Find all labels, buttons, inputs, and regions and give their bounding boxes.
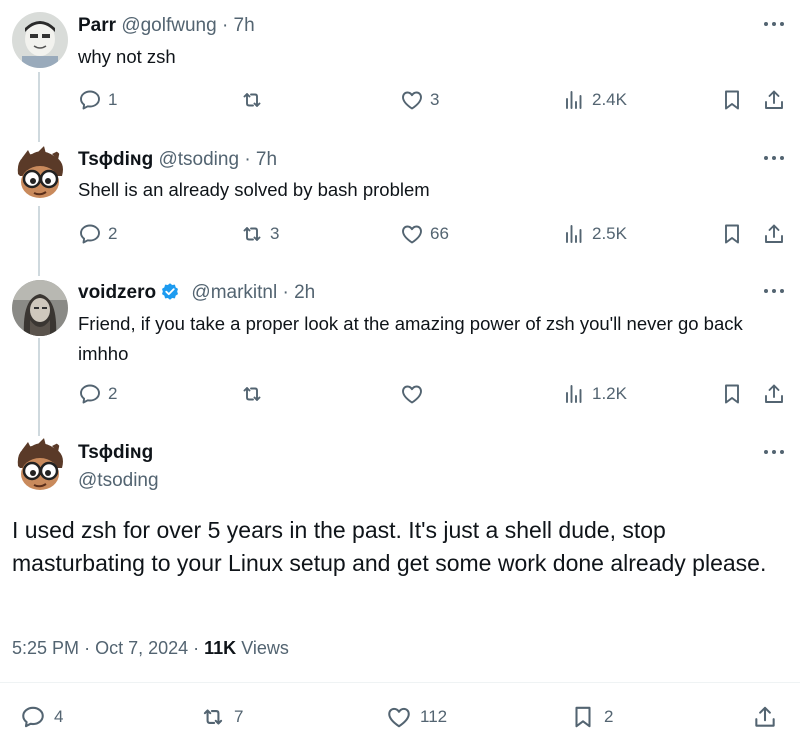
user-handle[interactable]: @tsoding bbox=[158, 149, 239, 170]
repost-icon bbox=[240, 382, 264, 406]
user-handle[interactable]: @golfwung bbox=[121, 15, 216, 36]
bookmark-icon bbox=[720, 88, 744, 112]
reply-button[interactable]: 2 bbox=[78, 382, 117, 406]
like-icon bbox=[400, 382, 424, 406]
like-icon bbox=[386, 704, 412, 730]
bookmark-icon bbox=[570, 704, 596, 730]
reply-button[interactable]: 1 bbox=[78, 88, 117, 112]
post-header: voidzero @markitnl · 2h bbox=[78, 281, 315, 309]
share-icon bbox=[762, 222, 786, 246]
like-button[interactable]: 66 bbox=[400, 222, 449, 246]
repost-button[interactable] bbox=[240, 88, 270, 112]
repost-button[interactable]: 7 bbox=[200, 704, 243, 730]
bookmark-button[interactable] bbox=[720, 88, 744, 112]
repost-icon bbox=[200, 704, 226, 730]
share-button[interactable] bbox=[752, 704, 778, 730]
reply-icon bbox=[78, 382, 102, 406]
post-time[interactable]: · 7h bbox=[222, 15, 255, 36]
views-count: 11K bbox=[204, 638, 237, 658]
repost-button[interactable] bbox=[240, 382, 270, 406]
like-count: 66 bbox=[430, 224, 449, 243]
more-icon[interactable] bbox=[760, 14, 788, 34]
verified-icon bbox=[160, 282, 180, 309]
reply-icon bbox=[20, 704, 46, 730]
avatar[interactable] bbox=[12, 12, 68, 68]
reply-count: 2 bbox=[108, 384, 118, 403]
share-icon bbox=[762, 382, 786, 406]
bookmark-icon bbox=[720, 382, 744, 406]
more-icon[interactable] bbox=[760, 442, 788, 462]
bookmark-icon bbox=[720, 222, 744, 246]
post-text: Friend, if you take a proper look at the… bbox=[78, 313, 743, 364]
reply-count: 4 bbox=[54, 707, 64, 726]
user-handle[interactable]: @markitnl bbox=[191, 282, 277, 303]
avatar[interactable] bbox=[12, 438, 68, 494]
post-header: Parr @golfwung · 7h bbox=[78, 14, 255, 38]
views-count: 2.5K bbox=[592, 224, 627, 243]
reply-count: 1 bbox=[108, 90, 118, 109]
views-icon bbox=[562, 382, 586, 406]
views-count: 2.4K bbox=[592, 90, 627, 109]
more-icon[interactable] bbox=[760, 281, 788, 301]
repost-icon bbox=[240, 222, 264, 246]
share-icon bbox=[752, 704, 778, 730]
post-time[interactable]: · 7h bbox=[244, 149, 277, 170]
views-button[interactable]: 2.4K bbox=[562, 88, 627, 112]
like-count: 112 bbox=[420, 707, 448, 726]
like-button[interactable]: 3 bbox=[400, 88, 439, 112]
views-icon bbox=[562, 222, 586, 246]
user-handle[interactable]: @tsoding bbox=[78, 469, 159, 493]
views-icon bbox=[562, 88, 586, 112]
post-time[interactable]: · 2h bbox=[282, 282, 315, 303]
like-count: 3 bbox=[430, 90, 440, 109]
reply-button[interactable]: 2 bbox=[78, 222, 117, 246]
display-name[interactable]: voidzero bbox=[78, 282, 156, 303]
views-button[interactable]: 1.2K bbox=[562, 382, 627, 406]
post-time[interactable]: 5:25 PM bbox=[12, 638, 79, 658]
more-icon[interactable] bbox=[760, 148, 788, 168]
post-text: Shell is an already solved by bash probl… bbox=[78, 179, 430, 200]
display-name[interactable]: Parr bbox=[78, 15, 116, 36]
repost-button[interactable]: 3 bbox=[240, 222, 279, 246]
share-icon bbox=[762, 88, 786, 112]
share-button[interactable] bbox=[762, 382, 786, 406]
display-name[interactable]: Tsɸdiɴg bbox=[78, 441, 153, 465]
views-button[interactable]: 2.5K bbox=[562, 222, 627, 246]
avatar[interactable] bbox=[12, 280, 68, 336]
display-name[interactable]: Tsɸdiɴg bbox=[78, 149, 153, 170]
like-button[interactable] bbox=[400, 382, 430, 406]
avatar[interactable] bbox=[12, 146, 68, 202]
share-button[interactable] bbox=[762, 222, 786, 246]
post-text: why not zsh bbox=[78, 46, 176, 67]
like-button[interactable]: 112 bbox=[386, 704, 447, 730]
display-name-text: Tsɸdiɴg bbox=[78, 442, 154, 463]
views-count: 1.2K bbox=[592, 384, 627, 403]
repost-icon bbox=[240, 88, 264, 112]
reply-count: 2 bbox=[108, 224, 118, 243]
like-icon bbox=[400, 88, 424, 112]
repost-count: 7 bbox=[234, 707, 244, 726]
post-header: Tsɸdiɴg @tsoding · 7h bbox=[78, 148, 277, 172]
post-text: I used zsh for over 5 years in the past.… bbox=[12, 517, 767, 576]
thread-line bbox=[38, 338, 40, 436]
views-label: Views bbox=[241, 638, 289, 658]
post-date[interactable]: Oct 7, 2024 bbox=[95, 638, 188, 658]
repost-count: 3 bbox=[270, 224, 280, 243]
reply-icon bbox=[78, 222, 102, 246]
like-icon bbox=[400, 222, 424, 246]
thread-line bbox=[38, 72, 40, 142]
reply-button[interactable]: 4 bbox=[20, 704, 63, 730]
bookmark-button[interactable] bbox=[720, 222, 744, 246]
thread-line bbox=[38, 206, 40, 276]
reply-icon bbox=[78, 88, 102, 112]
bookmark-count: 2 bbox=[604, 707, 614, 726]
bookmark-button[interactable] bbox=[720, 382, 744, 406]
post-meta: 5:25 PM · Oct 7, 2024 · 11K Views bbox=[12, 638, 289, 658]
share-button[interactable] bbox=[762, 88, 786, 112]
divider bbox=[0, 682, 800, 683]
bookmark-button[interactable]: 2 bbox=[570, 704, 613, 730]
